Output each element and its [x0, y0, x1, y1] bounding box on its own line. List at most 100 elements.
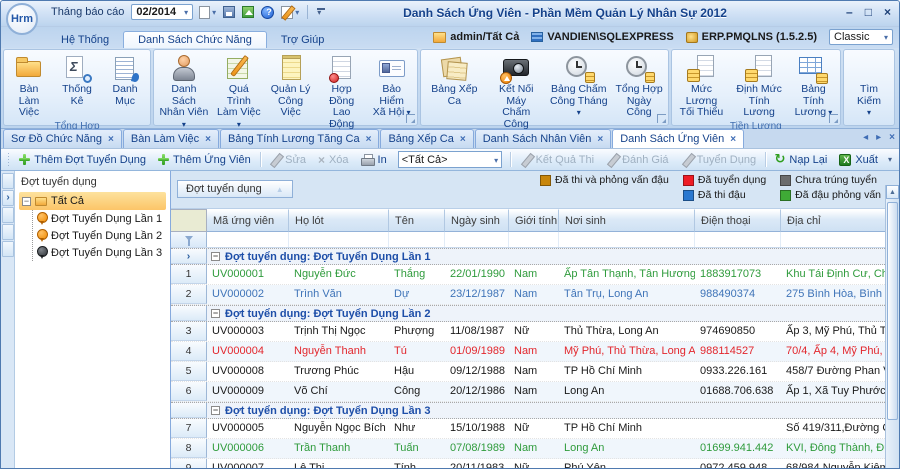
grid-cell[interactable]: Long An: [559, 382, 695, 401]
reload-button[interactable]: Nạp Lại: [770, 153, 833, 166]
edit-button[interactable]: [280, 5, 300, 20]
grid-cell[interactable]: 275 Bình Hòa, Bình Trị Đông: [781, 285, 899, 304]
tree-item-dot-3[interactable]: Đợt Tuyển Dụng Lần 3: [37, 244, 170, 261]
column-header-ho-lot[interactable]: Họ lót: [289, 209, 389, 232]
grid-cell[interactable]: Nữ: [509, 459, 559, 469]
grid-cell[interactable]: UV000008: [207, 362, 289, 381]
ribbon-button-bang-xep-ca[interactable]: Bảng Xếp Ca: [422, 51, 486, 131]
close-icon[interactable]: [460, 133, 466, 145]
grid-cell[interactable]: Phú Yên: [559, 459, 695, 469]
app-logo[interactable]: Hrm: [6, 3, 38, 35]
row-indicator[interactable]: 5: [171, 362, 207, 381]
doc-tab-bang-xep-ca[interactable]: Bảng Xếp Ca: [380, 129, 473, 148]
row-indicator[interactable]: 6: [171, 382, 207, 401]
grid-cell[interactable]: 01688.706.638: [695, 382, 781, 401]
ribbon-button-ban-lam-viec[interactable]: Bàn Làm Việc: [5, 51, 53, 120]
tab-tro-giup[interactable]: Trợ Giúp: [267, 32, 338, 48]
grid-cell[interactable]: [695, 419, 781, 438]
close-icon[interactable]: [597, 133, 603, 145]
grid-cell[interactable]: Lê Thị: [289, 459, 389, 469]
grid-cell[interactable]: Thủ Thừa, Long An: [559, 322, 695, 341]
grid-cell[interactable]: Nguyễn Thanh: [289, 342, 389, 361]
grid-cell[interactable]: UV000004: [207, 342, 289, 361]
ribbon-button-bang-cham-cong-thang[interactable]: Bảng Chấm Công Tháng: [546, 51, 612, 131]
grid-cell[interactable]: 01699.941.442: [695, 439, 781, 458]
filter-combo[interactable]: <Tất Cả>: [398, 151, 502, 168]
grid-cell[interactable]: Nam: [509, 382, 559, 401]
grid-cell[interactable]: UV000002: [207, 285, 289, 304]
close-icon[interactable]: [730, 133, 736, 145]
help-button[interactable]: [260, 5, 275, 20]
filter-cell[interactable]: [509, 232, 559, 247]
row-indicator[interactable]: [171, 403, 207, 418]
dialog-launcher-icon[interactable]: [406, 114, 415, 123]
row-indicator[interactable]: 1: [171, 265, 207, 284]
maximize-button[interactable]: □: [865, 5, 872, 19]
ribbon-button-qua-trinh-lam-viec[interactable]: Quá Trình Làm Việc: [213, 51, 265, 131]
grid-cell[interactable]: 07/08/1989: [445, 439, 509, 458]
ribbon-button-thong-ke[interactable]: Thống Kê: [53, 51, 101, 120]
filter-cell[interactable]: [445, 232, 509, 247]
grid-cell[interactable]: Phượng: [389, 322, 445, 341]
grid-cell[interactable]: 11/08/1987: [445, 322, 509, 341]
row-indicator[interactable]: 2: [171, 285, 207, 304]
row-indicator[interactable]: 9: [171, 459, 207, 469]
close-icon[interactable]: [108, 133, 114, 145]
grid-cell[interactable]: 974690850: [695, 322, 781, 341]
theme-combo[interactable]: Classic: [829, 29, 893, 45]
column-header-ten[interactable]: Tên: [389, 209, 445, 232]
filter-cell[interactable]: [781, 232, 899, 247]
customize-quick-access-icon[interactable]: [315, 6, 327, 19]
grid-cell[interactable]: 68/984 Nguyễn Kiệm, Phư: [781, 459, 899, 469]
grid-cell[interactable]: 70/4, Ấp 4, Mỹ Phú, Thủ T: [781, 342, 899, 361]
session-server[interactable]: VANDIEN\SQLEXPRESS: [531, 31, 673, 43]
tab-danh-sach-chuc-nang[interactable]: Danh Sách Chức Năng: [123, 31, 267, 48]
grid-cell[interactable]: TP Hồ Chí Minh: [559, 362, 695, 381]
image-button[interactable]: [241, 5, 255, 19]
grid-cell[interactable]: UV000007: [207, 459, 289, 469]
dialog-launcher-icon[interactable]: [657, 114, 666, 123]
grid-cell[interactable]: Công: [389, 382, 445, 401]
grid-cell[interactable]: Tính: [389, 459, 445, 469]
grid-cell[interactable]: Thắng: [389, 265, 445, 284]
filter-cell[interactable]: [389, 232, 445, 247]
collapse-icon[interactable]: [211, 252, 220, 261]
row-indicator[interactable]: [171, 249, 207, 264]
ribbon-button-quan-ly-cong-viec[interactable]: Quản Lý Công Việc: [265, 51, 316, 131]
row-indicator[interactable]: 8: [171, 439, 207, 458]
collapse-icon[interactable]: [22, 197, 31, 206]
column-header-dien-thoai[interactable]: Điện thoại: [695, 209, 781, 232]
close-button[interactable]: ×: [884, 5, 891, 19]
grid-cell[interactable]: Nữ: [509, 419, 559, 438]
grid-cell[interactable]: Tân Trụ, Long An: [559, 285, 695, 304]
grid-cell[interactable]: UV000005: [207, 419, 289, 438]
row-indicator[interactable]: 3: [171, 322, 207, 341]
ribbon-button-ket-noi-may-cham-cong[interactable]: Kết Nối Máy Chấm Công: [487, 51, 546, 131]
grid-cell[interactable]: Võ Chí: [289, 382, 389, 401]
group-row-body[interactable]: Đợt tuyển dụng: Đợt Tuyển Dụng Lần 3: [207, 403, 899, 418]
column-header-noi-sinh[interactable]: Nơi sinh: [559, 209, 695, 232]
scrollbar-thumb[interactable]: [887, 202, 898, 420]
new-document-button[interactable]: [198, 5, 217, 20]
session-app[interactable]: ERP.PMQLNS (1.5.2.5): [686, 31, 817, 43]
grid-cell[interactable]: 22/01/1990: [445, 265, 509, 284]
grid-cell[interactable]: Trương Phúc: [289, 362, 389, 381]
close-icon[interactable]: [366, 133, 372, 145]
grid-cell[interactable]: Mỹ Phú, Thủ Thừa, Long An: [559, 342, 695, 361]
row-indicator[interactable]: 4: [171, 342, 207, 361]
column-header-dia-chi[interactable]: Địa chỉ: [781, 209, 899, 232]
ribbon-button-danh-muc[interactable]: Danh Mục: [101, 51, 149, 120]
grid-cell[interactable]: Nam: [509, 342, 559, 361]
toolbar-grip[interactable]: [8, 153, 9, 167]
session-user[interactable]: admin/Tất Cả: [433, 31, 519, 43]
doc-tab-so-do-chuc-nang[interactable]: Sơ Đồ Chức Năng: [3, 129, 122, 148]
grid-cell[interactable]: TP Hồ Chí Minh: [559, 419, 695, 438]
grid-cell[interactable]: Nam: [509, 362, 559, 381]
grid-cell[interactable]: Khu Tái Định Cư, Châu Thà: [781, 265, 899, 284]
minimize-button[interactable]: –: [846, 5, 853, 19]
grid-cell[interactable]: 1883917073: [695, 265, 781, 284]
export-button[interactable]: Xuất: [834, 154, 883, 166]
grid-cell[interactable]: Hậu: [389, 362, 445, 381]
print-button[interactable]: In: [356, 154, 392, 166]
grid-cell[interactable]: Nữ: [509, 322, 559, 341]
